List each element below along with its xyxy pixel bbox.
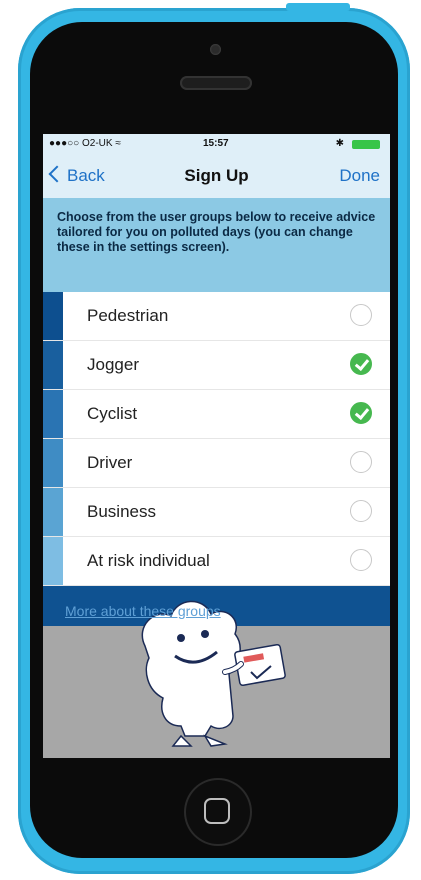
row-color-stripe: [43, 439, 63, 487]
checkmark-circle-icon[interactable]: [350, 353, 372, 375]
page-title: Sign Up: [184, 166, 249, 185]
row-color-stripe: [43, 341, 63, 389]
home-button[interactable]: [186, 780, 250, 844]
user-group-row[interactable]: Cyclist: [43, 390, 390, 439]
home-button-square-icon: [204, 798, 230, 824]
user-group-label: Jogger: [87, 355, 139, 374]
user-group-label: Business: [87, 502, 156, 521]
done-button[interactable]: Done: [339, 166, 380, 186]
user-group-row[interactable]: Jogger: [43, 341, 390, 390]
power-button: [286, 3, 350, 11]
carrier-signal: ●●●○○ O2-UK ≈: [49, 138, 121, 149]
intro-text: Choose from the user groups below to rec…: [43, 198, 390, 292]
front-camera: [210, 44, 221, 55]
row-color-stripe: [43, 537, 63, 585]
clock: 15:57: [203, 138, 229, 149]
empty-circle-icon[interactable]: [350, 500, 372, 522]
status-bar: ●●●○○ O2-UK ≈ 15:57 ✱: [43, 134, 390, 154]
user-group-row[interactable]: At risk individual: [43, 537, 390, 586]
row-color-stripe: [43, 292, 63, 340]
row-color-stripe: [43, 488, 63, 536]
bluetooth-icon: ✱: [335, 138, 344, 149]
empty-circle-icon[interactable]: [350, 304, 372, 326]
user-group-row[interactable]: Business: [43, 488, 390, 537]
navigation-bar: Back Sign Up Done: [43, 154, 390, 198]
battery-icon: [352, 140, 380, 149]
user-group-row[interactable]: Pedestrian: [43, 292, 390, 341]
user-group-row[interactable]: Driver: [43, 439, 390, 488]
user-group-label: Driver: [87, 453, 133, 472]
app-screen: ●●●○○ O2-UK ≈ 15:57 ✱ Back Sign Up Done …: [43, 134, 390, 758]
empty-circle-icon[interactable]: [350, 451, 372, 473]
bottom-illustration-area: More about these groups: [43, 586, 390, 758]
more-about-groups-link[interactable]: More about these groups: [65, 603, 221, 619]
user-group-label: Pedestrian: [87, 306, 169, 325]
user-group-label: Cyclist: [87, 404, 138, 423]
user-group-label: At risk individual: [87, 551, 210, 570]
row-color-stripe: [43, 390, 63, 438]
empty-circle-icon[interactable]: [350, 549, 372, 571]
user-group-list: Pedestrian Jogger Cyclist Driver Business At …: [43, 292, 390, 586]
earpiece-speaker: [180, 76, 252, 90]
checkmark-circle-icon[interactable]: [350, 402, 372, 424]
